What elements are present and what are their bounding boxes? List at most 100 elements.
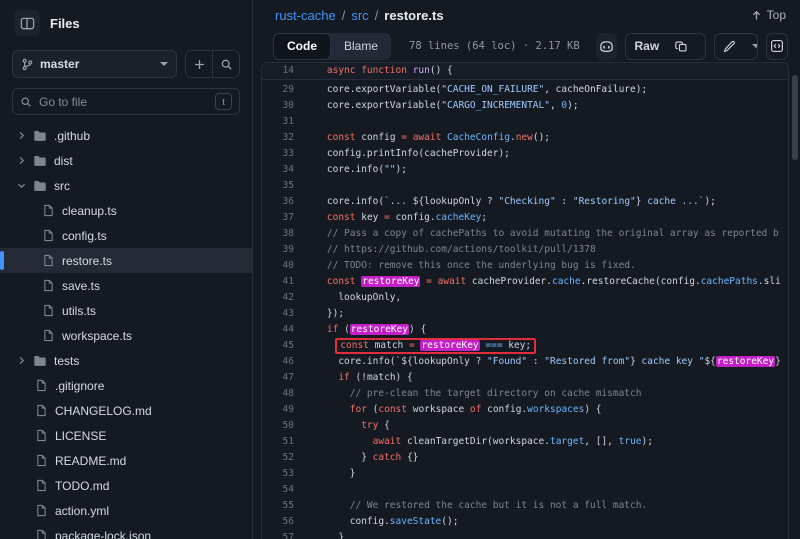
branch-name: master xyxy=(40,57,154,71)
edit-dropdown-button[interactable] xyxy=(744,34,758,59)
line-number[interactable]: 53 xyxy=(262,466,304,482)
symbol-occurrence-highlight: restoreKey xyxy=(361,276,420,287)
line-number[interactable]: 47 xyxy=(262,370,304,386)
code-line-43: 43 }); xyxy=(262,306,788,322)
line-number[interactable]: 37 xyxy=(262,210,304,226)
tree-item-CHANGELOG.md[interactable]: CHANGELOG.md xyxy=(0,398,252,423)
copilot-icon xyxy=(599,39,614,54)
tree-item-TODO.md[interactable]: TODO.md xyxy=(0,473,252,498)
tab-blame[interactable]: Blame xyxy=(331,33,391,60)
goto-file-input[interactable] xyxy=(39,95,208,109)
line-number[interactable]: 14 xyxy=(262,63,304,79)
code-line-51: 51 await cleanTargetDir(workspace.target… xyxy=(262,434,788,450)
line-number[interactable]: 56 xyxy=(262,514,304,530)
arrow-up-icon xyxy=(751,10,762,21)
tree-item-label: action.yml xyxy=(55,504,109,518)
line-number[interactable]: 39 xyxy=(262,242,304,258)
breadcrumb-repo-link[interactable]: rust-cache xyxy=(275,8,336,23)
tree-item-workspace.ts[interactable]: workspace.ts xyxy=(0,323,252,348)
tree-item-save.ts[interactable]: save.ts xyxy=(0,273,252,298)
tree-item-package-lock.json[interactable]: package-lock.json xyxy=(0,523,252,539)
symbol-occurrence-highlight: restoreKey xyxy=(350,324,409,335)
tree-item-utils.ts[interactable]: utils.ts xyxy=(0,298,252,323)
file-icon xyxy=(42,229,55,242)
code-line-37: 37 const key = config.cacheKey; xyxy=(262,210,788,226)
code-line-45: 45 const match = restoreKey === key; xyxy=(262,338,788,354)
line-content: const match = restoreKey === key; xyxy=(304,338,788,354)
tree-item-LICENSE[interactable]: LICENSE xyxy=(0,423,252,448)
goto-file-box[interactable]: t xyxy=(12,88,240,115)
page-scrollbar-thumb[interactable] xyxy=(792,75,798,160)
line-number[interactable]: 30 xyxy=(262,98,304,114)
symbols-panel-button[interactable] xyxy=(766,33,788,60)
edit-file-button[interactable] xyxy=(715,34,744,59)
tree-item-.gitignore[interactable]: .gitignore xyxy=(0,373,252,398)
line-content: if (restoreKey) { xyxy=(304,322,788,338)
line-number[interactable]: 50 xyxy=(262,418,304,434)
line-number[interactable]: 49 xyxy=(262,402,304,418)
file-icon xyxy=(35,479,48,492)
code-line-35: 35 xyxy=(262,178,788,194)
line-number[interactable]: 34 xyxy=(262,162,304,178)
copilot-button[interactable] xyxy=(596,33,618,60)
line-number[interactable]: 57 xyxy=(262,530,304,539)
breadcrumb-dir-link[interactable]: src xyxy=(351,8,368,23)
breadcrumb-separator: / xyxy=(375,8,379,23)
line-number[interactable]: 43 xyxy=(262,306,304,322)
search-tree-button[interactable] xyxy=(213,51,239,77)
line-number[interactable]: 41 xyxy=(262,274,304,290)
branch-selector[interactable]: master xyxy=(12,50,177,78)
tree-item-README.md[interactable]: README.md xyxy=(0,448,252,473)
tree-item-dist[interactable]: dist xyxy=(0,148,252,173)
line-number[interactable]: 32 xyxy=(262,130,304,146)
tree-item-label: save.ts xyxy=(62,279,100,293)
tree-item-config.ts[interactable]: config.ts xyxy=(0,223,252,248)
line-number[interactable]: 52 xyxy=(262,450,304,466)
raw-button[interactable]: Raw xyxy=(626,34,667,59)
line-number[interactable]: 55 xyxy=(262,498,304,514)
tree-item-src[interactable]: src xyxy=(0,173,252,198)
top-link-label: Top xyxy=(767,8,786,22)
line-number[interactable]: 35 xyxy=(262,178,304,194)
line-number[interactable]: 38 xyxy=(262,226,304,242)
file-meta-info: 78 lines (64 loc) · 2.17 KB xyxy=(409,40,580,52)
add-file-button[interactable] xyxy=(186,51,212,77)
line-content xyxy=(304,114,788,130)
code-line-33: 33 config.printInfo(cacheProvider); xyxy=(262,146,788,162)
collapse-sidebar-button[interactable] xyxy=(14,10,40,36)
chevron-down-icon xyxy=(160,62,168,66)
back-to-top-link[interactable]: Top xyxy=(751,8,786,22)
line-number[interactable]: 29 xyxy=(262,82,304,98)
line-number[interactable]: 42 xyxy=(262,290,304,306)
tab-code[interactable]: Code xyxy=(273,33,331,60)
line-number[interactable]: 46 xyxy=(262,354,304,370)
copy-raw-button[interactable] xyxy=(667,34,696,59)
tree-item-action.yml[interactable]: action.yml xyxy=(0,498,252,523)
line-content: } xyxy=(304,466,788,482)
line-number[interactable]: 31 xyxy=(262,114,304,130)
line-number[interactable]: 48 xyxy=(262,386,304,402)
line-number[interactable]: 40 xyxy=(262,258,304,274)
main-panel: rust-cache / src / restore.ts Top Code B… xyxy=(253,0,800,539)
tree-actions-group xyxy=(185,50,240,78)
search-icon xyxy=(20,96,32,108)
file-icon xyxy=(35,379,48,392)
file-icon xyxy=(42,329,55,342)
line-number[interactable]: 33 xyxy=(262,146,304,162)
line-number[interactable]: 54 xyxy=(262,482,304,498)
line-number[interactable]: 51 xyxy=(262,434,304,450)
code-square-icon xyxy=(770,39,784,53)
tree-item-tests[interactable]: tests xyxy=(0,348,252,373)
tree-item-label: .github xyxy=(54,129,90,143)
tree-item-restore.ts[interactable]: restore.ts xyxy=(0,248,252,273)
tree-item-cleanup.ts[interactable]: cleanup.ts xyxy=(0,198,252,223)
code-lines: 29 core.exportVariable("CACHE_ON_FAILURE… xyxy=(262,80,788,539)
download-raw-button[interactable] xyxy=(696,34,706,59)
line-number[interactable]: 36 xyxy=(262,194,304,210)
breadcrumb: rust-cache / src / restore.ts Top xyxy=(253,0,800,30)
line-number[interactable]: 45 xyxy=(262,338,304,354)
line-content: // We restored the cache but it is not a… xyxy=(304,498,788,514)
tree-item-.github[interactable]: .github xyxy=(0,123,252,148)
breadcrumb-current-file: restore.ts xyxy=(384,8,443,23)
line-number[interactable]: 44 xyxy=(262,322,304,338)
